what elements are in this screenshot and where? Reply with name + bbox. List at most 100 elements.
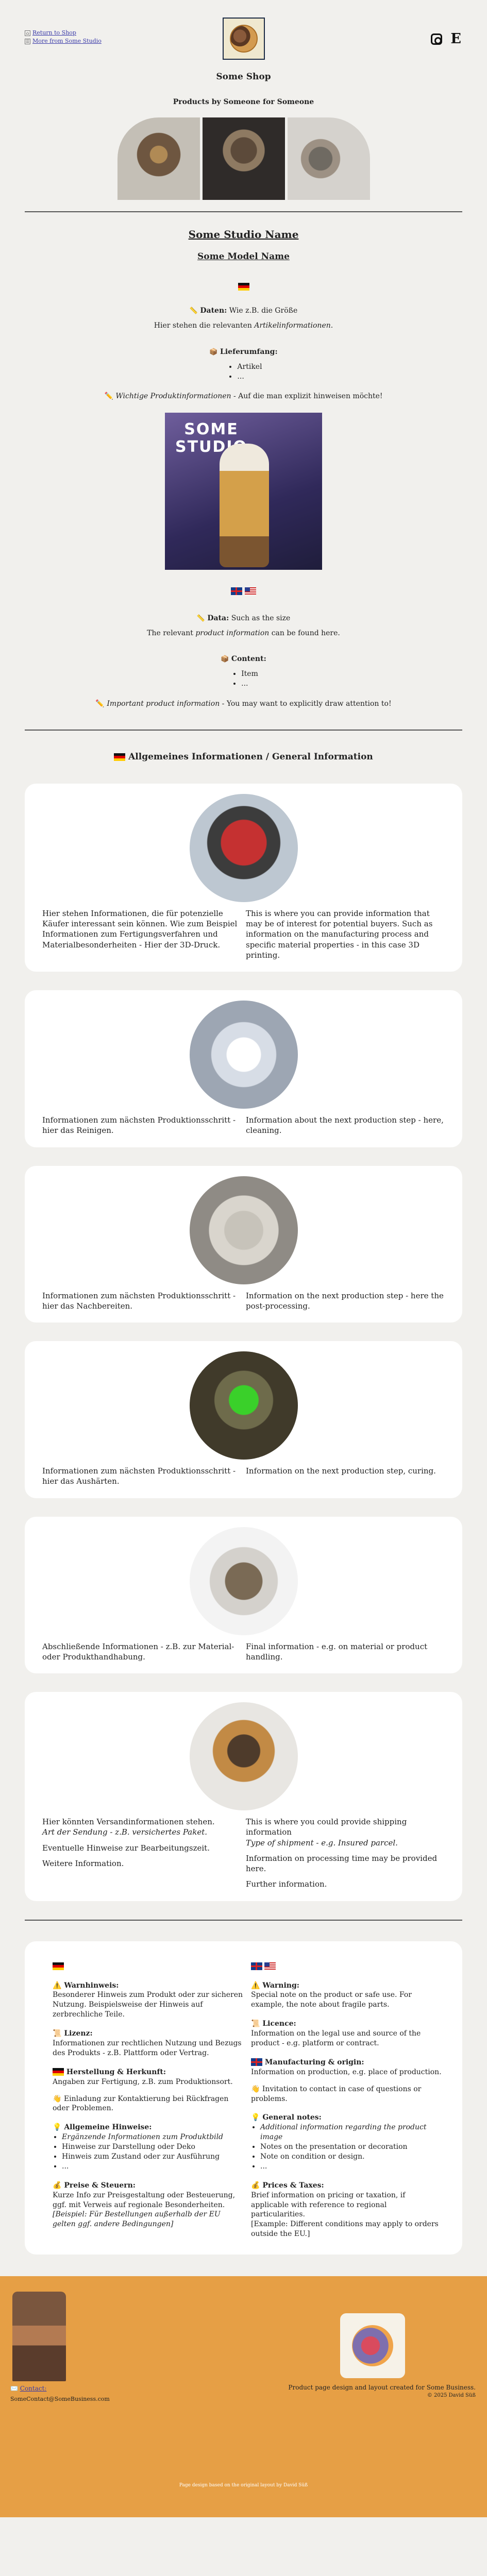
product-photo[interactable]: SOME STUDIO bbox=[165, 413, 322, 570]
gallery-image-3[interactable] bbox=[287, 117, 370, 200]
scope-label-de: Lieferumfang: bbox=[220, 347, 278, 356]
german-flag-icon bbox=[114, 753, 126, 761]
top-links: ⌂ Return to Shop ☰ More from Some Studio bbox=[25, 29, 102, 45]
warning-prefix-en: Important product information bbox=[107, 700, 220, 708]
general-item: Ergänzende Informationen zum Produktbild bbox=[62, 2132, 243, 2142]
german-flag-icon bbox=[53, 1962, 64, 1971]
scope-list-en: Item ... bbox=[229, 669, 258, 689]
warning-text-en: Special note on the product or safe use.… bbox=[251, 1991, 412, 2009]
return-link-row[interactable]: ⌂ Return to Shop bbox=[25, 29, 102, 37]
divider bbox=[25, 211, 462, 212]
printing-image[interactable] bbox=[189, 793, 298, 902]
printing-text-en: This is where you can provide informatio… bbox=[246, 908, 433, 960]
info-card-printing: Hier stehen Informationen, die für poten… bbox=[25, 783, 462, 972]
price-title-de: 💰 Preise & Steuern: bbox=[53, 2181, 136, 2190]
divider bbox=[25, 1919, 462, 1921]
badge-logo bbox=[352, 2325, 393, 2367]
credit-line: Product page design and layout created f… bbox=[288, 2384, 476, 2392]
license-text-en: Information on the legal use and source … bbox=[251, 2029, 421, 2047]
cleaning-text-en: Information about the next production st… bbox=[246, 1115, 444, 1136]
info-card-curing: Informationen zum nächsten Produktionssc… bbox=[25, 1341, 462, 1498]
german-flag-icon bbox=[238, 283, 249, 291]
general-info-title-text: Allgemeines Informationen / General Info… bbox=[128, 751, 373, 762]
contact-link[interactable]: Contact: bbox=[20, 2385, 47, 2392]
general-item: Note on condition or design. bbox=[260, 2152, 442, 2162]
etsy-icon[interactable]: E bbox=[450, 30, 461, 48]
gallery-image-1[interactable] bbox=[117, 117, 200, 200]
scope-item: Item bbox=[241, 669, 258, 679]
postprocessing-text-de: Informationen zum nächsten Produktionssc… bbox=[42, 1291, 236, 1311]
figure-shape bbox=[220, 444, 269, 568]
price-title-en: 💰 Prices & Taxes: bbox=[251, 2181, 324, 2190]
general-list-en: Additional information regarding the pro… bbox=[260, 2123, 442, 2171]
contact-label: ✉️ Contact: bbox=[10, 2385, 47, 2393]
final-text-en: Final information - e.g. on material or … bbox=[246, 1641, 428, 1662]
shipping-de-p3: Eventuelle Hinweise zur Bearbeitungszeit… bbox=[42, 1843, 210, 1853]
more-link-row[interactable]: ☰ More from Some Studio bbox=[25, 37, 102, 45]
price-text-en: Brief information on pricing or taxation… bbox=[251, 2191, 406, 2219]
origin-text-de: Angaben zur Fertigung, z.B. zum Produkti… bbox=[53, 2077, 233, 2086]
data-note-prefix-de: Hier stehen die relevanten bbox=[154, 321, 255, 330]
uk-flag-icon bbox=[231, 587, 243, 595]
shipping-de-p4: Weitere Information. bbox=[42, 1858, 124, 1868]
info-card-shipping: Hier könnten Versandinformationen stehen… bbox=[25, 1692, 462, 1901]
gallery-image-2[interactable] bbox=[202, 117, 285, 200]
license-text-de: Informationen zur rechtlichen Nutzung un… bbox=[53, 2039, 242, 2057]
price-note-de: [Beispiel: Für Bestellungen außerhalb de… bbox=[53, 2210, 221, 2229]
footer: ✉️ Contact: SomeContact@SomeBusiness.com… bbox=[0, 2276, 487, 2518]
cleaning-text-de: Informationen zum nächsten Produktionssc… bbox=[42, 1115, 236, 1136]
us-flag-icon bbox=[264, 1962, 276, 1971]
final-text-de: Abschließende Informationen - z.B. zur M… bbox=[42, 1641, 234, 1662]
data-note-prefix-en: The relevant bbox=[147, 629, 196, 637]
notes-en: ⚠️ Warning: Special note on the product … bbox=[251, 1962, 442, 2239]
info-card-postprocessing: Informationen zum nächsten Produktionssc… bbox=[25, 1165, 462, 1323]
general-item: Hinweis zum Zustand oder zur Ausführung bbox=[62, 2152, 243, 2162]
curing-image[interactable] bbox=[189, 1351, 298, 1460]
studio-name: Some Studio Name bbox=[188, 228, 299, 241]
warning-title-en: ⚠️ Warning: bbox=[251, 1981, 299, 1990]
data-label-en: Data: bbox=[207, 614, 229, 622]
scope-item: ... bbox=[241, 679, 258, 689]
shipping-de-p1: Hier könnten Versandinformationen stehen… bbox=[42, 1817, 215, 1827]
warning-text-de: Besonderer Hinweis zum Produkt oder zur … bbox=[53, 1991, 243, 2019]
instagram-icon[interactable] bbox=[431, 33, 443, 45]
notes-card: ⚠️ Warnhinweis: Besonderer Hinweis zum P… bbox=[25, 1941, 462, 2255]
price-text-de: Kurze Info zur Preisgestaltung oder Best… bbox=[53, 2191, 236, 2209]
general-item: ... bbox=[260, 2162, 442, 2172]
uk-flag-icon bbox=[251, 2058, 262, 2066]
cleaning-image[interactable] bbox=[189, 1001, 298, 1109]
header: ⌂ Return to Shop ☰ More from Some Studio… bbox=[0, 0, 487, 61]
warning-suffix-de: - Auf die man explizit hinweisen möchte! bbox=[231, 392, 383, 401]
shipping-en-p2: Type of shipment - e.g. Insured parcel. bbox=[246, 1838, 398, 1848]
contact-email[interactable]: SomeContact@SomeBusiness.com bbox=[10, 2396, 110, 2403]
shipping-en-p1: This is where you could provide shipping… bbox=[246, 1817, 407, 1837]
logo-face bbox=[230, 25, 258, 53]
data-value-en: Such as the size bbox=[231, 614, 291, 622]
uk-flag-icon bbox=[251, 1962, 262, 1971]
ruler-icon-en: 📏 bbox=[196, 614, 205, 622]
us-flag-icon bbox=[244, 587, 256, 595]
general-list-de: Ergänzende Informationen zum Produktbild… bbox=[62, 2132, 243, 2172]
shop-logo[interactable] bbox=[223, 18, 265, 60]
business-badge bbox=[340, 2313, 405, 2379]
shipping-image[interactable] bbox=[189, 1702, 298, 1811]
credit-text: Product page design and layout created f… bbox=[288, 2383, 476, 2400]
more-link[interactable]: More from Some Studio bbox=[32, 37, 102, 45]
final-image[interactable] bbox=[189, 1527, 298, 1635]
data-note-em-de: Artikelinformationen bbox=[254, 321, 331, 330]
model-name: Some Model Name bbox=[197, 251, 290, 262]
general-item: ... bbox=[62, 2162, 243, 2172]
postprocessing-image[interactable] bbox=[189, 1176, 298, 1284]
scope-item: ... bbox=[237, 372, 262, 382]
german-flag-icon bbox=[53, 2068, 64, 2076]
general-item: Additional information regarding the pro… bbox=[260, 2123, 442, 2142]
return-link[interactable]: Return to Shop bbox=[32, 29, 76, 37]
copyright-line: © 2025 David Süß bbox=[427, 2393, 476, 2399]
owner-avatar bbox=[12, 2292, 66, 2382]
shipping-text-de: Hier könnten Versandinformationen stehen… bbox=[42, 1817, 243, 1890]
shipping-text-en: This is where you could provide shipping… bbox=[246, 1817, 447, 1890]
general-info-title: Allgemeines Informationen / General Info… bbox=[0, 751, 487, 763]
warning-suffix-en: - You may want to explicitly draw attent… bbox=[220, 700, 392, 708]
return-icon: ⌂ bbox=[25, 30, 30, 36]
warning-title-de: ⚠️ Warnhinweis: bbox=[53, 1981, 119, 1990]
